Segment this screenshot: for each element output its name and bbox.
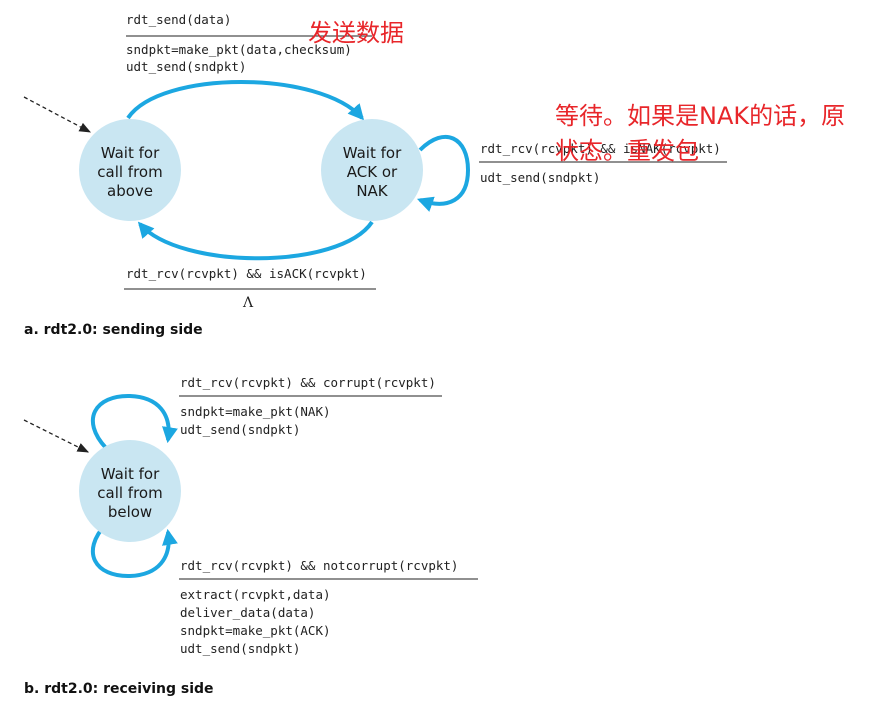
receiving-side: Wait for call from below rdt_rcv(rcvpkt)… [23,375,478,697]
state-wait-ack-nak: Wait for ACK or NAK [321,119,423,221]
label-ack-transition: rdt_rcv(rcvpkt) && isACK(rcvpkt) Λ [124,266,376,311]
action-text: deliver_data(data) [180,605,315,620]
arrow-ack-transition [137,220,374,261]
sending-side: Wait for call from above Wait for ACK or… [23,12,727,338]
lambda-action: Λ [242,295,254,311]
event-text: rdt_rcv(rcvpkt) && isACK(rcvpkt) [126,266,367,281]
state-wait-call-below: Wait for call from below [79,440,181,542]
action-text: sndpkt=make_pkt(NAK) [180,404,331,419]
caption-receiving-side: b. rdt2.0: receiving side [24,681,214,697]
action-text: udt_send(sndpkt) [126,59,246,74]
event-text: rdt_send(data) [126,12,231,27]
annotation-wait-line2: 状态。重发包 [555,137,699,165]
label-notcorrupt-transition: rdt_rcv(rcvpkt) && notcorrupt(rcvpkt) ex… [179,558,478,656]
action-text: udt_send(sndpkt) [180,641,300,656]
state-label-line: Wait for [101,144,160,162]
state-label-line: ACK or [347,163,398,181]
label-corrupt-transition: rdt_rcv(rcvpkt) && corrupt(rcvpkt) sndpk… [179,375,442,437]
action-text: sndpkt=make_pkt(ACK) [180,623,331,638]
state-label-line: Wait for [343,144,402,162]
annotation-send-data: 发送数据 [308,19,404,47]
state-label-line: call from [97,163,162,181]
fsm-diagram: Wait for call from above Wait for ACK or… [23,12,845,697]
annotation-wait-line1: 等待。如果是NAK的话，原 [555,102,845,130]
state-label-line: NAK [356,182,388,200]
arrow-nak-selfloop [416,135,471,212]
state-label-line: call from [97,484,162,502]
action-text: udt_send(sndpkt) [480,170,600,185]
state-label-line: Wait for [101,465,160,483]
event-text: rdt_rcv(rcvpkt) && corrupt(rcvpkt) [180,375,436,390]
initial-arrow-receiver [23,419,90,453]
state-wait-call-above: Wait for call from above [79,119,181,221]
action-text: udt_send(sndpkt) [180,422,300,437]
event-text: rdt_rcv(rcvpkt) && notcorrupt(rcvpkt) [180,558,458,573]
caption-sending-side: a. rdt2.0: sending side [24,322,203,338]
initial-arrow-sender [23,96,92,133]
arrow-send-transition [126,80,365,121]
state-label-line: above [107,182,153,200]
state-label-line: below [108,503,152,521]
action-text: extract(rcvpkt,data) [180,587,331,602]
